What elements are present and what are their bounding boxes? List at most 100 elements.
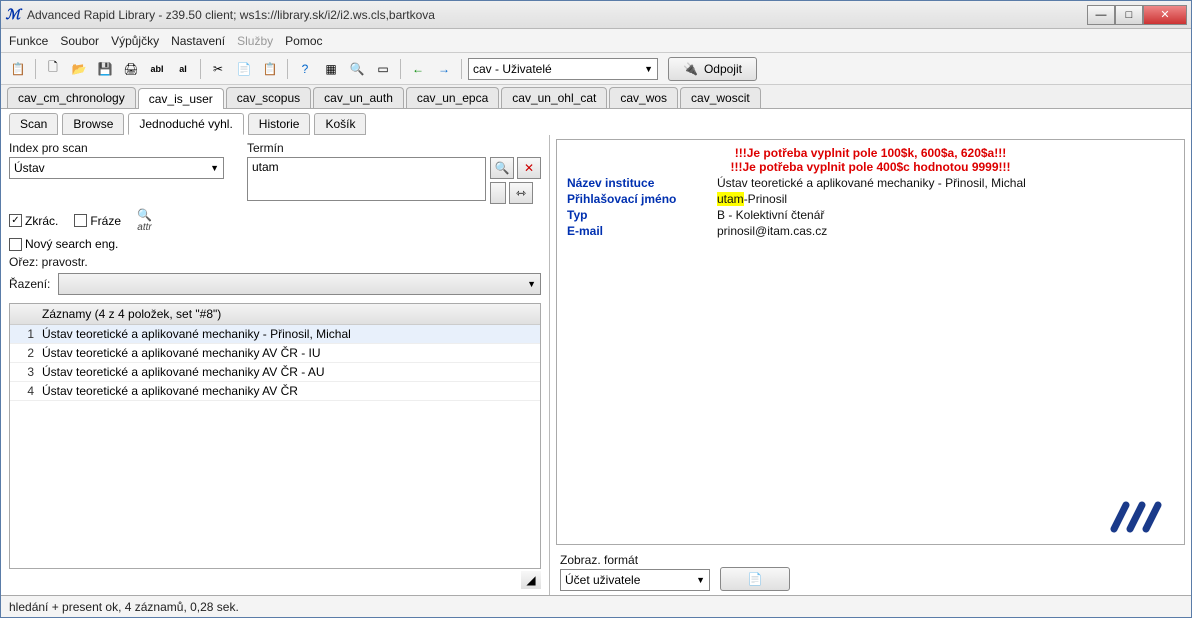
- term-input[interactable]: utam: [247, 157, 486, 201]
- subtab-scan[interactable]: Scan: [9, 113, 58, 135]
- window-title: Advanced Rapid Library - z39.50 client; …: [27, 8, 1087, 22]
- toggle-button[interactable]: [490, 182, 506, 204]
- phrase-checkbox[interactable]: Fráze: [74, 214, 121, 228]
- menu-vypujcky[interactable]: Výpůjčky: [111, 34, 159, 48]
- database-combo[interactable]: cav - Uživatelé ▼: [468, 58, 658, 80]
- tab-cav-cm-chronology[interactable]: cav_cm_chronology: [7, 87, 136, 108]
- close-button[interactable]: ✕: [1143, 5, 1187, 25]
- term-label: Termín: [247, 141, 541, 155]
- abbrev-label: Zkrác.: [25, 214, 58, 228]
- record-index: 1: [16, 327, 34, 341]
- newengine-checkbox[interactable]: Nový search eng.: [9, 237, 118, 251]
- zoom-icon[interactable]: 🔍: [346, 58, 368, 80]
- menu-nastaveni[interactable]: Nastavení: [171, 34, 225, 48]
- record-row[interactable]: 4 Ústav teoretické a aplikované mechanik…: [10, 382, 540, 401]
- tab-cav-woscit[interactable]: cav_woscit: [680, 87, 761, 108]
- abbrev-checkbox[interactable]: ✓ Zkrác.: [9, 214, 58, 228]
- magnifier-icon: 🔍: [137, 208, 152, 222]
- inst-value: Ústav teoretické a aplikované mechaniky …: [717, 176, 1026, 190]
- sort-select[interactable]: ▼: [58, 273, 541, 295]
- menu-pomoc[interactable]: Pomoc: [285, 34, 322, 48]
- copy-icon[interactable]: 📄: [233, 58, 255, 80]
- open-icon[interactable]: 📂: [68, 58, 90, 80]
- chevron-down-icon: ▼: [527, 279, 536, 289]
- chevron-down-icon: ▼: [644, 64, 653, 74]
- corner-grip-icon[interactable]: ◢: [521, 571, 541, 589]
- logo-icon: [1106, 499, 1174, 538]
- back-icon[interactable]: ←: [407, 58, 429, 80]
- paste-icon[interactable]: 📋: [259, 58, 281, 80]
- separator: [35, 59, 36, 79]
- checkbox-icon: [9, 238, 22, 251]
- display-format-value: Účet uživatele: [565, 573, 640, 587]
- database-combo-value: cav - Uživatelé: [473, 62, 552, 76]
- warning-2: !!!Je potřeba vyplnit pole 400$c hodnoto…: [567, 160, 1174, 174]
- expand-button[interactable]: ⇿: [509, 182, 533, 204]
- menu-funkce[interactable]: Funkce: [9, 34, 48, 48]
- index-label: Index pro scan: [9, 141, 239, 155]
- db-tabs: cav_cm_chronology cav_is_user cav_scopus…: [1, 85, 1191, 109]
- new-icon[interactable]: 🗋: [42, 58, 64, 80]
- menu-soubor[interactable]: Soubor: [60, 34, 99, 48]
- atl-icon[interactable]: aI: [172, 58, 194, 80]
- records-header-text: Záznamy (4 z 4 položek, set "#8"): [42, 307, 221, 321]
- menu-sluzby[interactable]: Služby: [237, 34, 273, 48]
- tab-cav-is-user[interactable]: cav_is_user: [138, 88, 224, 109]
- window-buttons: — □ ✕: [1087, 5, 1187, 25]
- maximize-button[interactable]: □: [1115, 5, 1143, 25]
- email-value: prinosil@itam.cas.cz: [717, 224, 827, 238]
- main-window: ℳ Advanced Rapid Library - z39.50 client…: [0, 0, 1192, 618]
- app-icon: ℳ: [5, 7, 21, 23]
- display-format-row: Zobraz. formát Účet uživatele ▼ 📄: [550, 549, 1191, 595]
- print-icon[interactable]: 🖨: [120, 58, 142, 80]
- grid-icon[interactable]: ▦: [320, 58, 342, 80]
- record-index: 4: [16, 384, 34, 398]
- attr-button[interactable]: 🔍 attr: [137, 208, 152, 233]
- email-label: E-mail: [567, 224, 717, 238]
- save-icon[interactable]: 💾: [94, 58, 116, 80]
- forward-icon[interactable]: →: [433, 58, 455, 80]
- separator: [200, 59, 201, 79]
- copy-format-button[interactable]: 📄: [720, 567, 790, 591]
- subtab-simple-search[interactable]: Jednoduché vyhl.: [128, 113, 243, 135]
- display-format-select[interactable]: Účet uživatele ▼: [560, 569, 710, 591]
- record-row[interactable]: 3 Ústav teoretické a aplikované mechanik…: [10, 363, 540, 382]
- display-format-label: Zobraz. formát: [560, 553, 710, 567]
- inst-label: Název instituce: [567, 176, 717, 190]
- record-row[interactable]: 2 Ústav teoretické a aplikované mechanik…: [10, 344, 540, 363]
- index-value: Ústav: [14, 161, 45, 175]
- subtab-basket[interactable]: Košík: [314, 113, 366, 135]
- record-row[interactable]: 1 Ústav teoretické a aplikované mechanik…: [10, 325, 540, 344]
- tab-cav-un-auth[interactable]: cav_un_auth: [313, 87, 404, 108]
- records-list: Záznamy (4 z 4 položek, set "#8") 1 Ústa…: [9, 303, 541, 569]
- tool-icon[interactable]: 📋: [7, 58, 29, 80]
- search-button[interactable]: 🔍: [490, 157, 514, 179]
- minimize-button[interactable]: —: [1087, 5, 1115, 25]
- help-icon[interactable]: ?: [294, 58, 316, 80]
- warning-1: !!!Je potřeba vyplnit pole 100$k, 600$a,…: [567, 146, 1174, 160]
- left-pane: Index pro scan Ústav ▼ Termín utam 🔍 ✕: [1, 135, 549, 595]
- record-index: 2: [16, 346, 34, 360]
- copy-icon: 📄: [748, 572, 763, 586]
- cut-icon[interactable]: ✂: [207, 58, 229, 80]
- subtab-history[interactable]: Historie: [248, 113, 311, 135]
- checkbox-checked-icon: ✓: [9, 214, 22, 227]
- type-label: Typ: [567, 208, 717, 222]
- attr-text: attr: [137, 222, 151, 233]
- tab-cav-un-ohl-cat[interactable]: cav_un_ohl_cat: [501, 87, 607, 108]
- window-icon[interactable]: ▭: [372, 58, 394, 80]
- record-text: Ústav teoretické a aplikované mechaniky …: [42, 365, 325, 379]
- content: Index pro scan Ústav ▼ Termín utam 🔍 ✕: [1, 135, 1191, 595]
- subtab-browse[interactable]: Browse: [62, 113, 124, 135]
- index-select[interactable]: Ústav ▼: [9, 157, 224, 179]
- right-pane: !!!Je potřeba vyplnit pole 100$k, 600$a,…: [549, 135, 1191, 595]
- clear-button[interactable]: ✕: [517, 157, 541, 179]
- abl-icon[interactable]: abI: [146, 58, 168, 80]
- disconnect-button[interactable]: 🔌 Odpojit: [668, 57, 757, 81]
- tab-cav-scopus[interactable]: cav_scopus: [226, 87, 311, 108]
- statusbar: hledání + present ok, 4 záznamů, 0,28 se…: [1, 595, 1191, 617]
- checkbox-icon: [74, 214, 87, 227]
- login-label: Přihlašovací jméno: [567, 192, 717, 206]
- tab-cav-un-epca[interactable]: cav_un_epca: [406, 87, 499, 108]
- tab-cav-wos[interactable]: cav_wos: [609, 87, 678, 108]
